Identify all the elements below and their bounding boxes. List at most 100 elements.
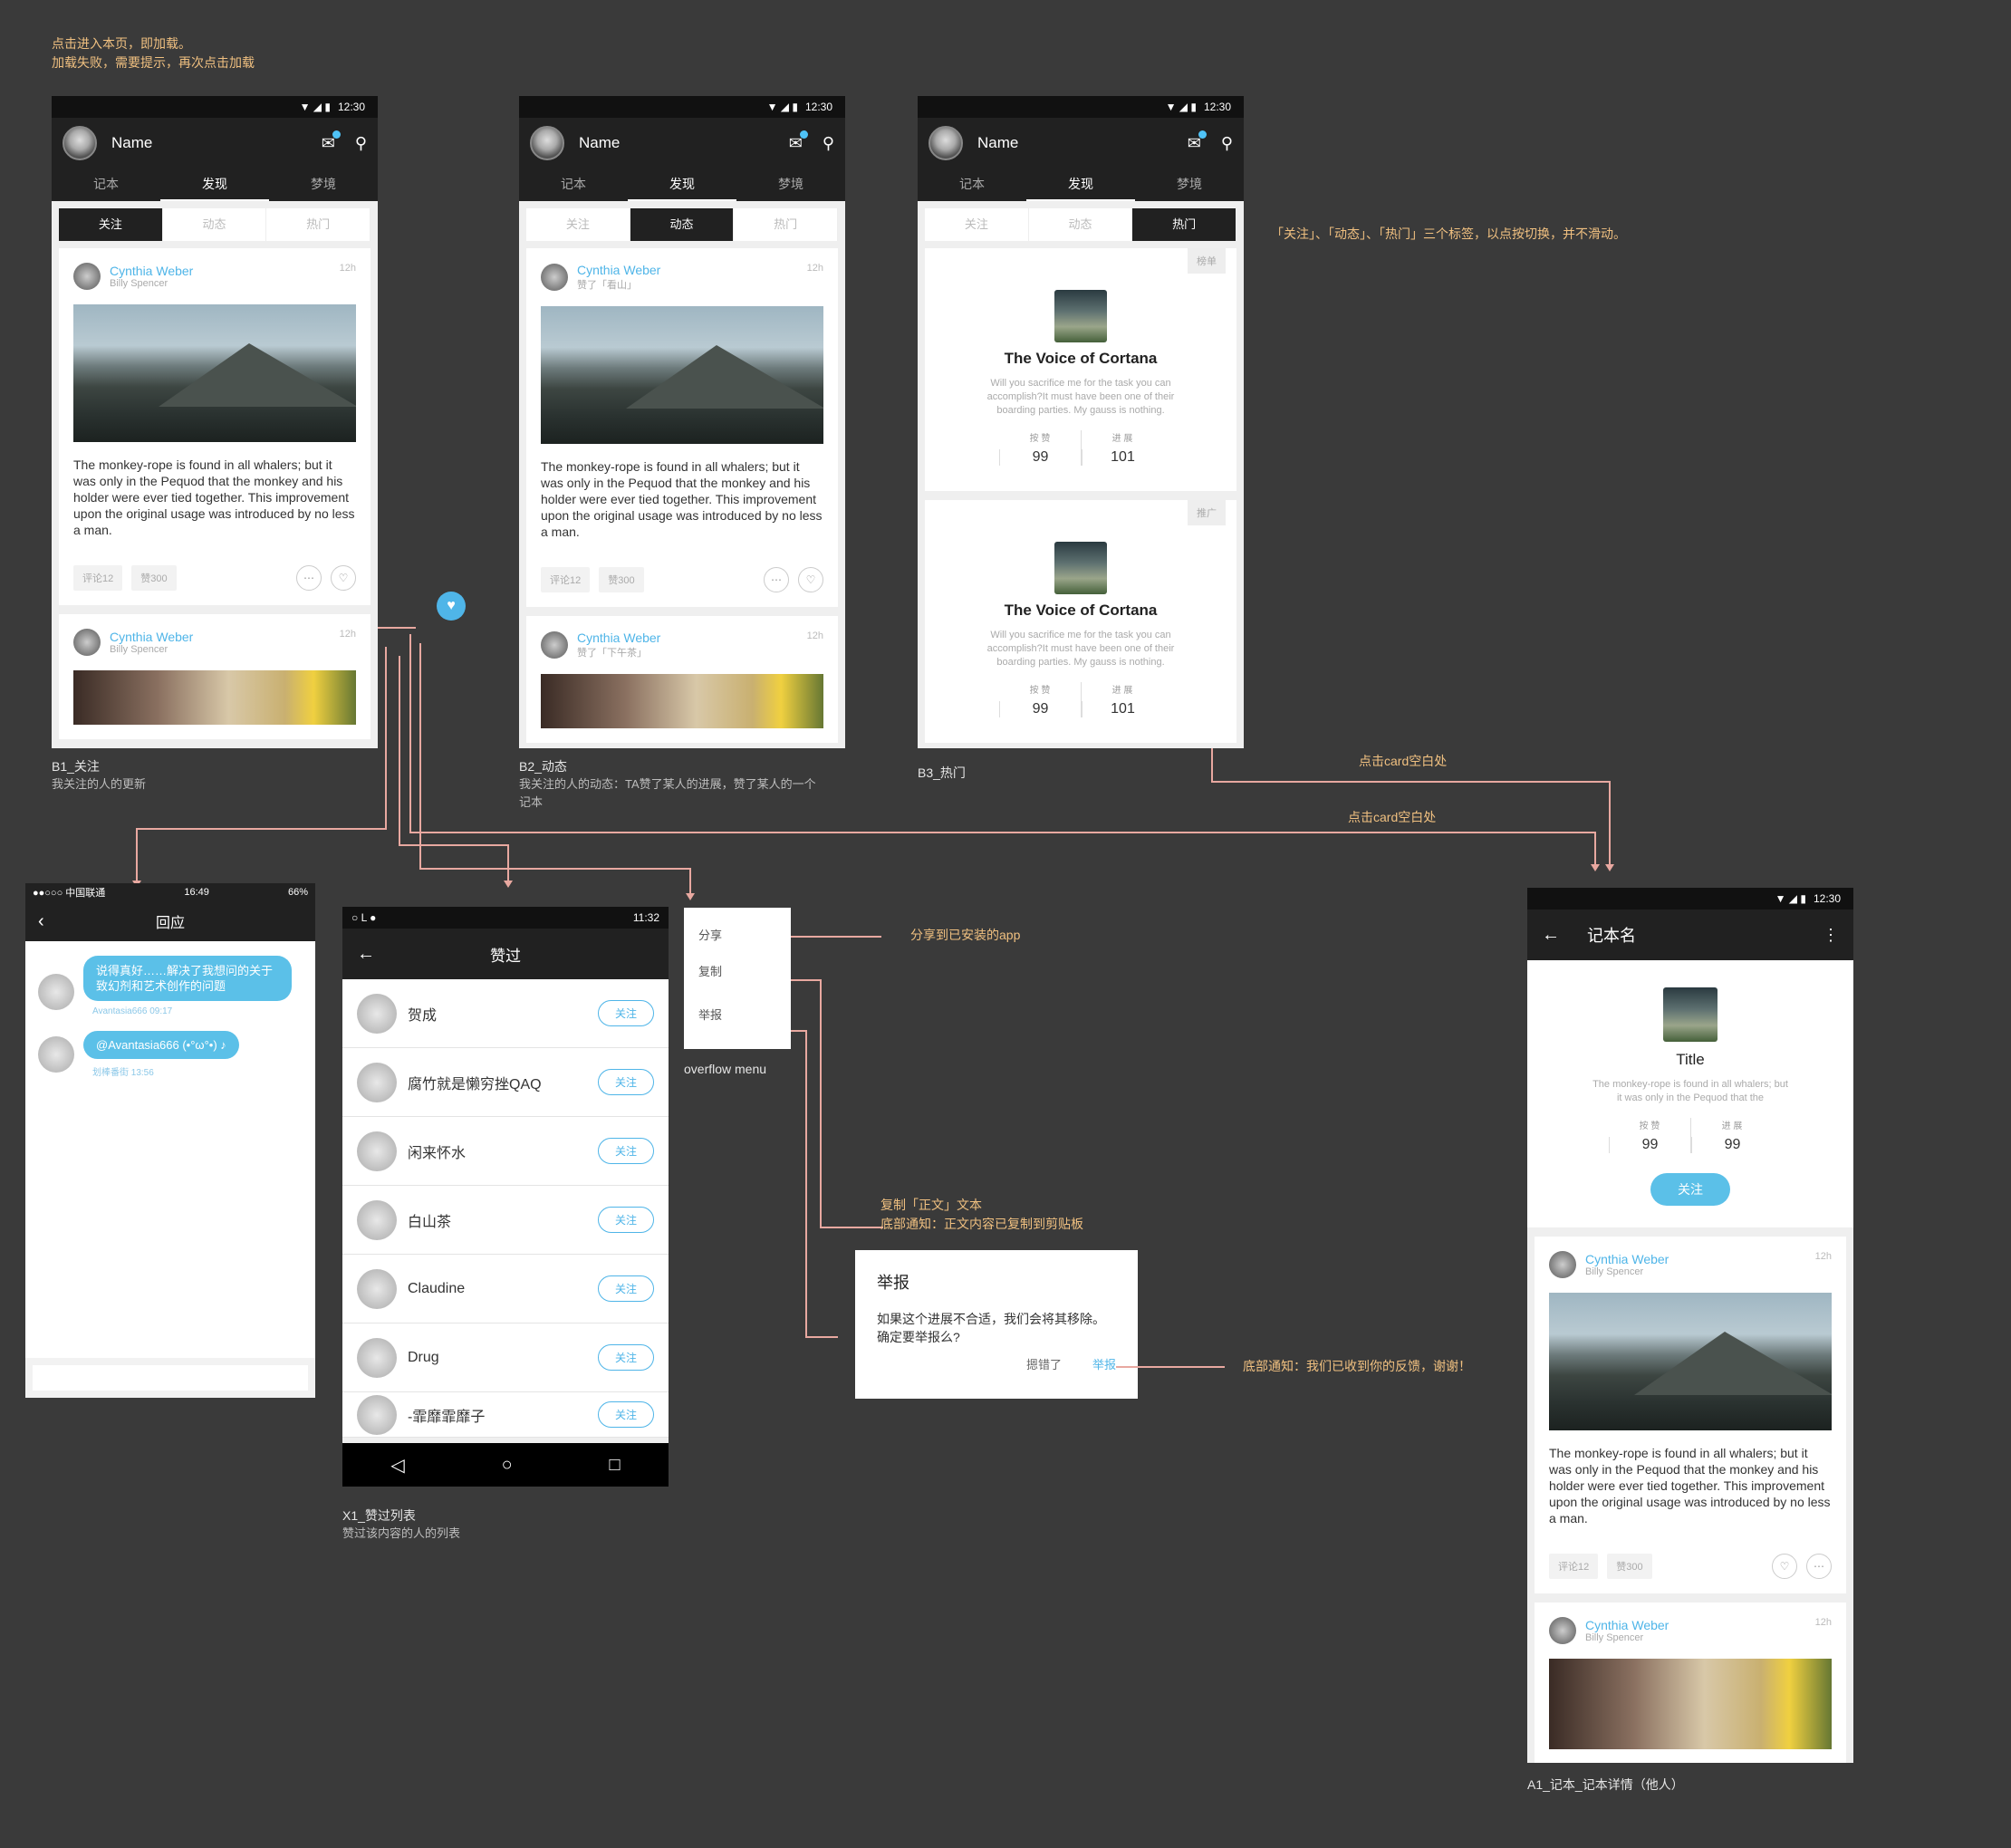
hot-card[interactable]: 推广 The Voice of Cortana Will you sacrifi… [925,500,1236,743]
seg-follow[interactable]: 关注 [925,208,1029,241]
feed-card[interactable]: Cynthia Weber Billy Spencer 12h The monke… [1535,1237,1846,1593]
likes-pill[interactable]: 赞300 [599,567,644,592]
share-note: 分享到已安装的app [910,928,1021,942]
list-item[interactable]: 腐竹就是懒穷挫QAQ 关注 [342,1048,669,1117]
follow-button[interactable]: 关注 [597,1207,654,1233]
list-item[interactable]: -霏靡霏靡子 关注 [342,1392,669,1438]
home-icon[interactable]: ○ [502,1455,513,1476]
user-avatar[interactable] [73,629,101,656]
user-avatar[interactable] [541,264,568,291]
seg-follow[interactable]: 关注 [59,208,163,241]
list-item[interactable]: 闲来怀水 关注 [342,1117,669,1186]
tab-dream[interactable]: 梦境 [736,168,845,201]
more-icon[interactable]: ⋯ [764,567,789,592]
avatar[interactable] [929,126,963,160]
seg-hot[interactable]: 热门 [266,208,371,241]
search-icon[interactable]: ⚲ [355,134,367,153]
seg-activity[interactable]: 动态 [163,208,267,241]
tab-discover[interactable]: 发现 [1026,168,1135,201]
search-icon[interactable]: ⚲ [823,134,834,153]
page-title: 赞过 [490,947,521,965]
user-name[interactable]: Cynthia Weber [1585,1252,1669,1266]
more-icon[interactable]: ⋯ [296,565,322,591]
comments-pill[interactable]: 评论12 [541,567,591,592]
avatar[interactable] [530,126,564,160]
user-avatar[interactable] [1549,1617,1576,1644]
follow-button[interactable]: 关注 [597,1344,654,1371]
seg-follow[interactable]: 关注 [526,208,630,241]
back-arrow-icon[interactable]: ← [1542,925,1560,946]
search-icon[interactable]: ⚲ [1221,134,1233,153]
mail-icon[interactable]: ✉ [322,130,341,153]
user-name[interactable]: Cynthia Weber [577,630,660,645]
more-icon[interactable]: ⋯ [1806,1554,1832,1579]
user-avatar[interactable] [38,974,74,1010]
mail-icon[interactable]: ✉ [1188,130,1207,153]
follow-button[interactable]: 关注 [597,1275,654,1302]
menu-item-copy[interactable]: 复制 [684,962,791,1006]
user-avatar[interactable] [1549,1251,1576,1278]
list-item[interactable]: 白山茶 关注 [342,1186,669,1255]
likes-count: 99 [999,449,1081,466]
list-item[interactable]: Claudine 关注 [342,1255,669,1323]
comments-pill[interactable]: 评论12 [73,565,123,591]
tab-notebook[interactable]: 记本 [519,168,628,201]
heart-icon[interactable]: ♡ [798,567,823,592]
hot-card[interactable]: 榜单 The Voice of Cortana Will you sacrifi… [925,248,1236,491]
tab-discover[interactable]: 发现 [160,168,269,201]
back-icon[interactable]: ‹ [38,911,44,932]
feed-card[interactable]: Cynthia Weber Billy Spencer 12h [1535,1603,1846,1763]
heart-icon[interactable]: ♡ [331,565,356,591]
follow-button[interactable]: 关注 [597,1000,654,1026]
user-avatar[interactable] [38,1036,74,1073]
tab-notebook[interactable]: 记本 [918,168,1026,201]
user-avatar[interactable] [73,263,101,290]
user-name[interactable]: Cynthia Weber [577,263,660,277]
heart-icon[interactable]: ♡ [1772,1554,1797,1579]
follow-button[interactable]: 关注 [597,1401,654,1428]
list-item[interactable]: Drug 关注 [342,1323,669,1392]
dialog-body: 如果这个进展不合适，我们会将其移除。确定要举报么? [877,1312,1105,1344]
status-bar: ▼ ◢ ▮ 12:30 [52,96,378,118]
menu-item-report[interactable]: 举报 [684,1006,791,1049]
b1-screen: ▼ ◢ ▮ 12:30 Name ✉ ⚲ 记本 发现 梦境 关注 动态 热门 Cy… [52,96,378,748]
reply-input[interactable] [33,1365,308,1391]
menu-item-share[interactable]: 分享 [684,919,791,962]
tab-discover[interactable]: 发现 [628,168,736,201]
likes-pill[interactable]: 赞300 [131,565,177,591]
report-button[interactable]: 举报 [1092,1355,1116,1372]
seg-activity[interactable]: 动态 [1029,208,1133,241]
message: 说得真好……解决了我想问的关于致幻剂和艺术创作的问题 Avantasia666 … [38,956,315,1016]
user-name[interactable]: Cynthia Weber [110,630,193,644]
follow-button[interactable]: 关注 [1650,1173,1730,1206]
avatar[interactable] [63,126,97,160]
user-name[interactable]: Cynthia Weber [110,264,193,278]
mail-icon[interactable]: ✉ [789,130,808,153]
back-icon[interactable]: ◁ [390,1454,404,1477]
more-vert-icon[interactable]: ⋮ [1823,926,1839,945]
tab-notebook[interactable]: 记本 [52,168,160,201]
back-arrow-icon[interactable]: ← [357,944,375,965]
report-note: 底部通知：我们已收到你的反馈，谢谢！ [1243,1359,1471,1373]
tab-dream[interactable]: 梦境 [269,168,378,201]
user-avatar[interactable] [541,631,568,659]
b1-caption: B1_关注 我关注的人的更新 [52,759,147,791]
follow-button[interactable]: 关注 [597,1069,654,1095]
feed-card[interactable]: Cynthia Weber Billy Spencer 12h [59,614,370,739]
comments-pill[interactable]: 评论12 [1549,1554,1599,1579]
feed-card[interactable]: Cynthia Weber Billy Spencer 12h The monke… [59,248,370,605]
feed-card[interactable]: Cynthia Weber 赞了「看山」 12h The monkey-rope … [526,248,838,607]
seg-hot[interactable]: 热门 [734,208,839,241]
recents-icon[interactable]: □ [609,1455,620,1476]
seg-hot[interactable]: 热门 [1132,208,1237,241]
user-name[interactable]: Cynthia Weber [1585,1618,1669,1632]
user-sub: Billy Spencer [110,278,168,289]
feed-card[interactable]: Cynthia Weber 赞了「下午茶」 12h [526,616,838,743]
likes-pill[interactable]: 赞300 [1607,1554,1652,1579]
tab-dream[interactable]: 梦境 [1135,168,1244,201]
cancel-button[interactable]: 摁错了 [1026,1355,1062,1372]
list-item[interactable]: 贺成 关注 [342,979,669,1048]
follow-button[interactable]: 关注 [597,1138,654,1164]
menu-caption: overflow menu [684,1062,767,1076]
seg-activity[interactable]: 动态 [630,208,735,241]
